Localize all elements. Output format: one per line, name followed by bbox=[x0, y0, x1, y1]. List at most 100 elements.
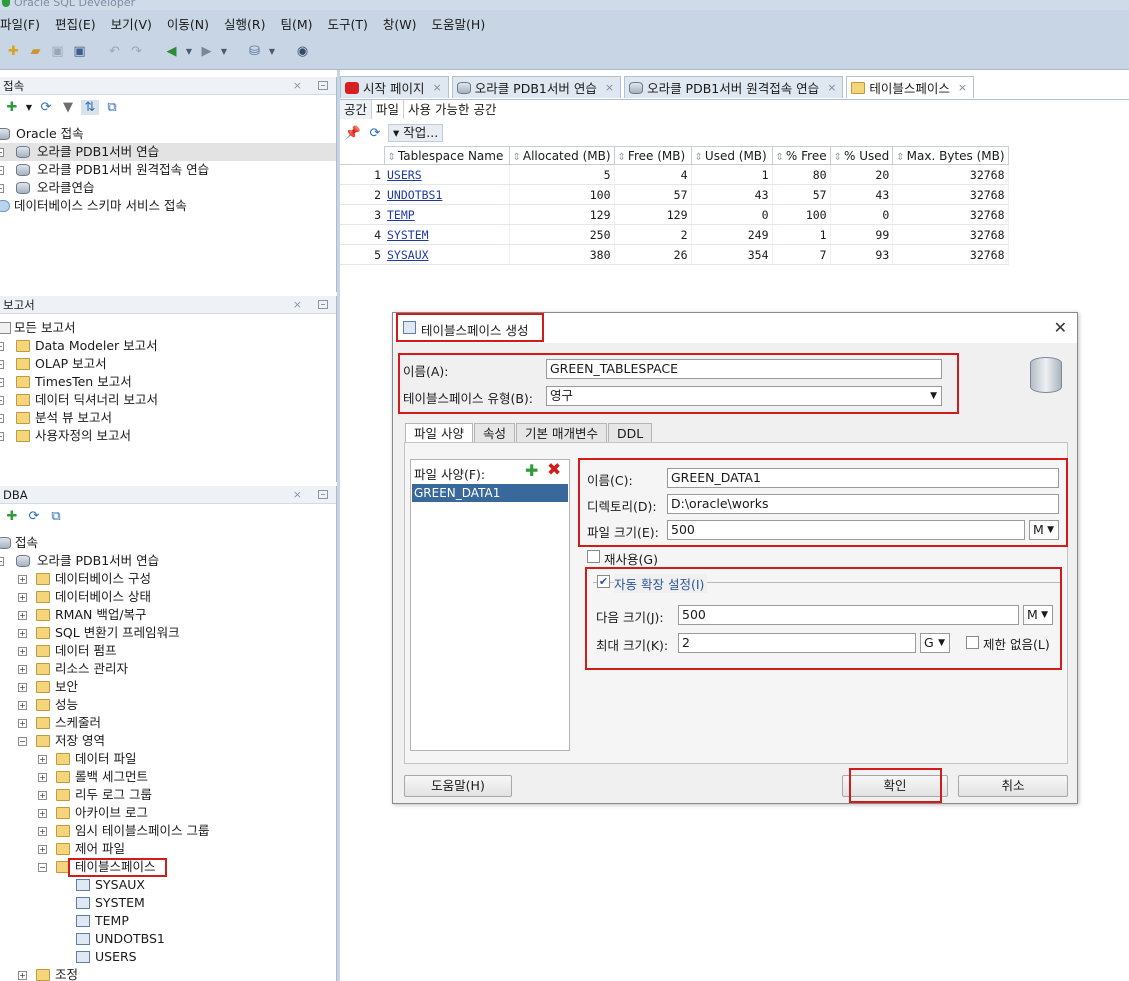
expand-icon[interactable]: + bbox=[0, 396, 4, 405]
tablespace-name-link[interactable]: SYSAUX bbox=[384, 244, 510, 265]
subtab-files[interactable]: 파일 bbox=[372, 100, 405, 119]
pin-icon[interactable]: 📌 bbox=[344, 126, 362, 141]
tree-item-report-folder[interactable]: + Data Modeler 보고서 bbox=[0, 337, 336, 355]
tree-item-storage-node[interactable]: + 리두 로그 그룹 bbox=[0, 786, 336, 804]
tree-item-report-folder[interactable]: + 분석 뷰 보고서 bbox=[0, 409, 336, 427]
file-list-item[interactable]: GREEN_DATA1 bbox=[412, 484, 568, 502]
tablespace-name-link[interactable]: USERS bbox=[384, 164, 510, 185]
tree-item-storage-node[interactable]: + 임시 테이블스페이스 그룹 bbox=[0, 822, 336, 840]
tablespace-name-link[interactable]: TEMP bbox=[384, 204, 510, 225]
tablespace-name-input[interactable]: GREEN_TABLESPACE bbox=[546, 359, 942, 379]
tree-item-tablespace[interactable]: TEMP bbox=[0, 912, 336, 930]
tree-item-dba-node[interactable]: + 리소스 관리자 bbox=[0, 660, 336, 678]
expand-icon[interactable]: + bbox=[18, 719, 27, 728]
ok-button[interactable]: 확인 bbox=[842, 775, 948, 797]
save-icon[interactable]: ▣ bbox=[48, 42, 67, 61]
expand-icon[interactable]: + bbox=[18, 683, 27, 692]
column-header[interactable]: ⇕ Used (MB) bbox=[690, 146, 773, 165]
menu-run[interactable]: 실행(R) bbox=[224, 15, 272, 35]
tree-item-storage-node[interactable]: + 제어 파일 bbox=[0, 840, 336, 858]
expand-icon[interactable]: + bbox=[38, 827, 47, 836]
table-row[interactable]: 2 UNDOTBS1 100 57 43 57 43 32768 bbox=[340, 184, 1009, 205]
tree-item-report-folder[interactable]: + 사용자정의 보고서 bbox=[0, 427, 336, 445]
expand-icon[interactable]: + bbox=[0, 360, 4, 369]
close-icon[interactable]: × bbox=[293, 77, 302, 95]
menu-tools[interactable]: 도구(T) bbox=[328, 15, 375, 35]
max-size-input[interactable]: 2 bbox=[678, 633, 916, 653]
column-header[interactable]: ⇕ Max. Bytes (MB) bbox=[892, 146, 1009, 165]
tab-start-page[interactable]: 시작 페이지 × bbox=[340, 76, 449, 98]
tab-connection[interactable]: 오라클 PDB1서버 연습 × bbox=[451, 76, 622, 98]
expand-icon[interactable]: + bbox=[0, 184, 4, 193]
tree-item-tuning[interactable]: + 조정 bbox=[0, 966, 336, 981]
actions-button[interactable]: ▾ 작업... bbox=[388, 124, 444, 142]
collapse-icon[interactable]: − bbox=[0, 557, 4, 566]
table-row[interactable]: 4 SYSTEM 250 2 249 1 99 32768 bbox=[340, 224, 1009, 245]
close-icon[interactable]: × bbox=[293, 486, 302, 504]
add-connection-icon[interactable]: ✚ bbox=[3, 100, 21, 115]
expand-icon[interactable]: + bbox=[18, 647, 27, 656]
tablespace-name-link[interactable]: UNDOTBS1 bbox=[384, 184, 510, 205]
expand-icon[interactable]: + bbox=[0, 414, 4, 423]
tree-item-storage-node[interactable]: + 아카이브 로그 bbox=[0, 804, 336, 822]
next-size-unit-select[interactable]: M ▼ bbox=[1023, 605, 1053, 625]
close-tab-icon[interactable]: × bbox=[958, 81, 967, 94]
tree-item-storage-node[interactable]: + 데이터 파일 bbox=[0, 750, 336, 768]
reuse-checkbox[interactable] bbox=[587, 550, 600, 563]
delete-icon[interactable]: ✖ bbox=[547, 460, 561, 480]
autoextend-checkbox[interactable]: ✔ bbox=[597, 575, 610, 588]
open-icon[interactable]: ▰ bbox=[26, 42, 45, 61]
file-name-input[interactable]: GREEN_DATA1 bbox=[667, 468, 1059, 488]
sql-dropdown-icon[interactable]: ▼ bbox=[267, 47, 277, 56]
expand-icon[interactable]: + bbox=[38, 773, 47, 782]
max-size-unit-select[interactable]: G ▼ bbox=[920, 633, 950, 653]
tree-item-storage[interactable]: − 저장 영역 bbox=[0, 732, 336, 750]
expand-icon[interactable]: + bbox=[38, 845, 47, 854]
directory-input[interactable]: D:\oracle\works bbox=[667, 494, 1059, 514]
tree-item-dba-node[interactable]: + 데이터 펌프 bbox=[0, 642, 336, 660]
tree-item-connection[interactable]: + 오라클 PDB1서버 원격접속 연습 bbox=[0, 161, 336, 179]
undo-icon[interactable]: ↶ bbox=[105, 42, 124, 61]
expand-icon[interactable]: + bbox=[38, 809, 47, 818]
tab-default-params[interactable]: 기본 매개변수 bbox=[516, 423, 607, 443]
tree-item-storage-node[interactable]: + 롤백 세그먼트 bbox=[0, 768, 336, 786]
tree-item-dba-node[interactable]: + RMAN 백업/복구 bbox=[0, 606, 336, 624]
subtab-space[interactable]: 공간 bbox=[340, 100, 373, 119]
refresh-icon[interactable]: ⟳ bbox=[25, 509, 43, 524]
menu-team[interactable]: 팀(M) bbox=[280, 15, 319, 35]
tab-tablespaces[interactable]: 테이블스페이스 × bbox=[846, 76, 975, 98]
forward-dropdown-icon[interactable]: ▼ bbox=[219, 47, 229, 56]
subtab-free-space[interactable]: 사용 가능한 공간 bbox=[404, 100, 500, 119]
tree-item-report-folder[interactable]: + 데이터 딕셔너리 보고서 bbox=[0, 391, 336, 409]
expand-icon[interactable]: + bbox=[0, 148, 4, 157]
expand-icon[interactable]: + bbox=[18, 593, 27, 602]
tab-file-spec[interactable]: 파일 사양 bbox=[405, 423, 473, 443]
tree-item-connection[interactable]: + 오라클연습 bbox=[0, 179, 336, 197]
tab-ddl[interactable]: DDL bbox=[607, 423, 653, 443]
expand-icon[interactable]: + bbox=[18, 575, 27, 584]
refresh-icon[interactable]: ⟳ bbox=[37, 100, 55, 115]
expand-icon[interactable]: + bbox=[0, 378, 4, 387]
tree-item-tablespace[interactable]: UNDOTBS1 bbox=[0, 930, 336, 948]
collapse-icon[interactable]: − bbox=[18, 737, 27, 746]
tab-remote-connection[interactable]: 오라클 PDB1서버 원격접속 연습 × bbox=[624, 76, 844, 98]
tree-view-icon[interactable]: ⧉ bbox=[47, 509, 65, 524]
tree-item-dba-node[interactable]: + 데이터베이스 상태 bbox=[0, 588, 336, 606]
filter-icon[interactable]: ▼ bbox=[59, 100, 77, 115]
tree-item-connection[interactable]: + 오라클 PDB1서버 연습 bbox=[0, 143, 336, 161]
minimize-icon[interactable] bbox=[318, 300, 328, 309]
close-tab-icon[interactable]: × bbox=[605, 81, 614, 94]
binoculars-icon[interactable]: ◉ bbox=[293, 42, 312, 61]
expand-icon[interactable]: + bbox=[18, 611, 27, 620]
expand-icon[interactable]: + bbox=[38, 755, 47, 764]
expand-icon[interactable]: + bbox=[38, 791, 47, 800]
tree-item-dba-node[interactable]: + 성능 bbox=[0, 696, 336, 714]
cancel-button[interactable]: 취소 bbox=[958, 775, 1068, 797]
menu-edit[interactable]: 편집(E) bbox=[55, 15, 103, 35]
expand-icon[interactable]: + bbox=[0, 342, 4, 351]
sql-worksheet-icon[interactable]: ⛁ bbox=[245, 42, 264, 61]
tree-item-dba-node[interactable]: + 보안 bbox=[0, 678, 336, 696]
close-icon[interactable]: ✕ bbox=[1054, 318, 1067, 337]
tree-item-tablespace[interactable]: SYSTEM bbox=[0, 894, 336, 912]
table-row[interactable]: 5 SYSAUX 380 26 354 7 93 32768 bbox=[340, 244, 1009, 265]
